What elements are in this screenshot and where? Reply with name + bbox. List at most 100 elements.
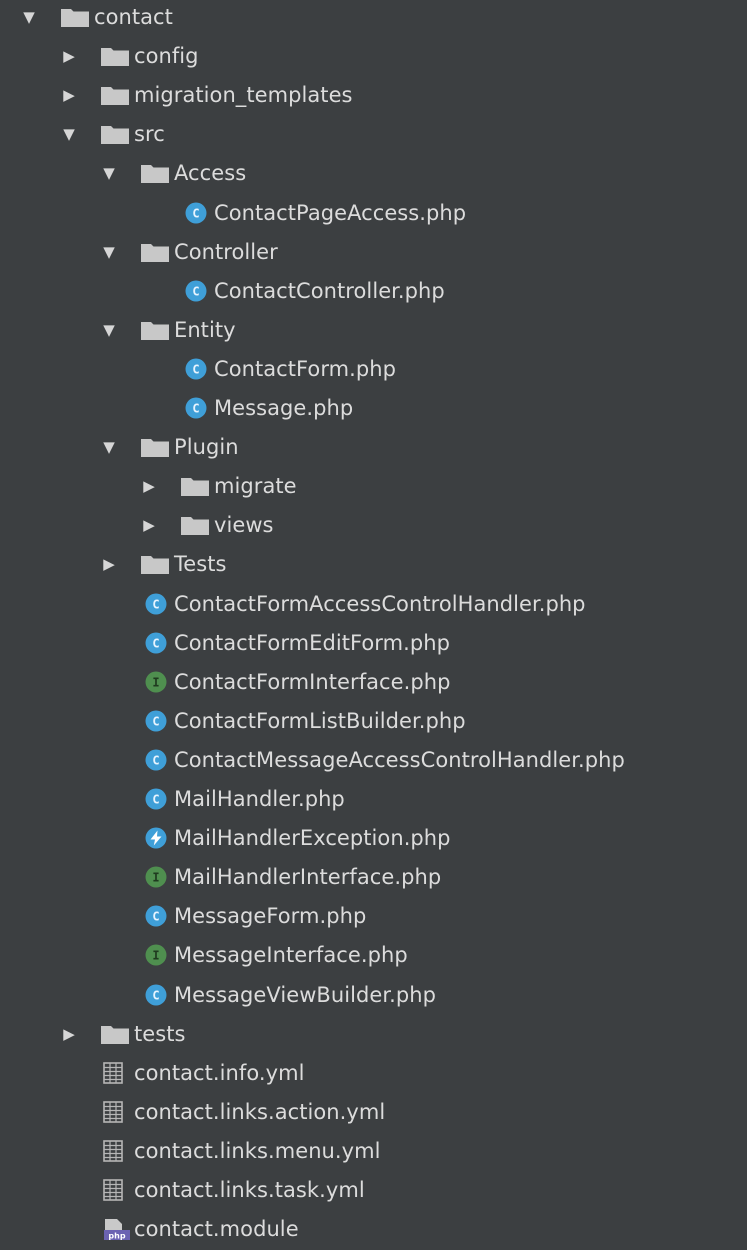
tree-item-label: migration_templates [134,83,353,108]
expand-arrow-right-icon[interactable]: ▶ [140,477,158,495]
tree-item-label: MessageInterface.php [174,943,408,968]
tree-item-label: src [134,122,165,147]
tree-row[interactable]: C ContactFormAccessControlHandler.php [0,584,747,624]
php-class-icon: C [142,749,172,771]
expand-arrow-right-icon[interactable]: ▶ [60,1025,78,1043]
tree-item-label: MailHandlerInterface.php [174,865,442,890]
svg-text:C: C [192,362,199,376]
tree-item-label: ContactPageAccess.php [214,200,467,225]
yml-file-icon [102,1179,132,1201]
folder-icon [180,475,210,497]
expand-arrow-down-icon[interactable]: ▼ [100,164,118,182]
folder-icon [100,123,130,145]
folder-icon [180,514,210,536]
folder-icon [100,1023,130,1045]
tree-item-label: ContactFormAccessControlHandler.php [174,591,586,616]
tree-row[interactable]: contact.links.task.yml [0,1170,747,1210]
tree-row[interactable]: ▶ config [0,36,747,76]
tree-row[interactable]: C MessageViewBuilder.php [0,975,747,1015]
php-interface-icon: I [142,944,172,966]
expand-arrow-right-icon[interactable]: ▶ [60,86,78,104]
svg-text:C: C [152,793,159,807]
tree-row[interactable]: ▶ tests [0,1014,747,1054]
yml-file-icon [102,1061,132,1084]
tree-row[interactable]: ▶ views [0,505,747,545]
tree-item-label: Access [174,161,247,186]
tree-item-label: MessageViewBuilder.php [174,982,436,1007]
tree-row[interactable]: ▶ Tests [0,544,747,584]
tree-item-label: contact.module [134,1217,299,1242]
tree-row[interactable]: I MessageInterface.php [0,935,747,975]
tree-row[interactable]: ▼ src [0,114,747,154]
tree-item-label: MessageForm.php [174,904,367,929]
expand-arrow-right-icon[interactable]: ▶ [100,555,118,573]
php-class-icon: C [142,593,172,615]
svg-text:C: C [152,636,159,650]
php-class-icon: C [182,202,212,224]
svg-text:I: I [152,949,159,963]
tree-item-label: migrate [214,474,297,499]
tree-row[interactable]: MailHandlerException.php [0,818,747,858]
php-interface-icon: I [142,866,172,888]
tree-row[interactable]: contact.info.yml [0,1053,747,1093]
tree-row[interactable]: php contact.module [0,1209,747,1249]
tree-row[interactable]: contact.links.menu.yml [0,1131,747,1171]
tree-item-label: ContactController.php [214,278,445,303]
tree-row[interactable]: ▼ Access [0,153,747,193]
svg-text:C: C [152,597,159,611]
expand-arrow-down-icon[interactable]: ▼ [100,438,118,456]
svg-text:I: I [152,675,159,689]
tree-row[interactable]: ▼ Plugin [0,427,747,467]
svg-text:C: C [152,988,159,1002]
tree-row[interactable]: C ContactPageAccess.php [0,193,747,233]
folder-icon [140,436,170,458]
tree-row[interactable]: I MailHandlerInterface.php [0,857,747,897]
tree-row[interactable]: C ContactController.php [0,271,747,311]
svg-text:C: C [192,206,199,220]
php-class-icon: C [142,984,172,1006]
tree-row[interactable]: ▼ Controller [0,232,747,272]
svg-text:C: C [192,284,199,298]
folder-icon [100,45,130,67]
tree-item-label: contact.info.yml [134,1060,305,1085]
tree-item-label: ContactFormInterface.php [174,669,451,694]
tree-item-label: contact [94,5,173,29]
php-class-icon: C [182,280,212,302]
expand-arrow-down-icon[interactable]: ▼ [20,8,38,26]
tree-item-label: views [214,513,274,538]
expand-arrow-down-icon[interactable]: ▼ [100,321,118,339]
folder-icon [60,6,90,28]
expand-arrow-right-icon[interactable]: ▶ [60,47,78,65]
tree-row[interactable]: ▶ migration_templates [0,75,747,115]
tree-row[interactable]: C ContactFormListBuilder.php [0,701,747,741]
tree-row[interactable]: I ContactFormInterface.php [0,662,747,702]
expand-arrow-down-icon[interactable]: ▼ [60,125,78,143]
expand-arrow-down-icon[interactable]: ▼ [100,243,118,261]
tree-row[interactable]: C ContactForm.php [0,349,747,389]
yml-file-icon [102,1140,132,1162]
expand-arrow-right-icon[interactable]: ▶ [140,516,158,534]
tree-row[interactable]: C Message.php [0,388,747,428]
tree-item-label: ContactFormListBuilder.php [174,708,466,733]
svg-text:I: I [152,871,159,885]
tree-item-label: Plugin [174,435,239,460]
php-class-icon: C [142,905,172,927]
svg-text:C: C [192,402,199,416]
tree-item-label: contact.links.task.yml [134,1178,365,1202]
tree-item-label: Entity [174,317,236,342]
tree-item-label: MailHandlerException.php [174,826,451,851]
php-module-icon: php [102,1218,132,1241]
yml-file-icon [102,1100,132,1123]
php-class-icon: C [182,397,212,419]
tree-item-label: tests [134,1021,186,1046]
tree-row[interactable]: C ContactFormEditForm.php [0,623,747,663]
tree-row[interactable]: C MessageForm.php [0,896,747,936]
tree-item-label: MailHandler.php [174,787,345,811]
tree-row[interactable]: ▼ Entity [0,310,747,350]
project-tree[interactable]: ▼ contact ▶ config ▶ migration_templates ▼ src ▼… [0,0,747,1250]
tree-row[interactable]: C ContactMessageAccessControlHandler.php [0,740,747,780]
tree-row[interactable]: contact.links.action.yml [0,1092,747,1132]
tree-row[interactable]: ▼ contact [0,0,747,37]
tree-row[interactable]: C MailHandler.php [0,779,747,819]
tree-row[interactable]: ▶ migrate [0,466,747,506]
